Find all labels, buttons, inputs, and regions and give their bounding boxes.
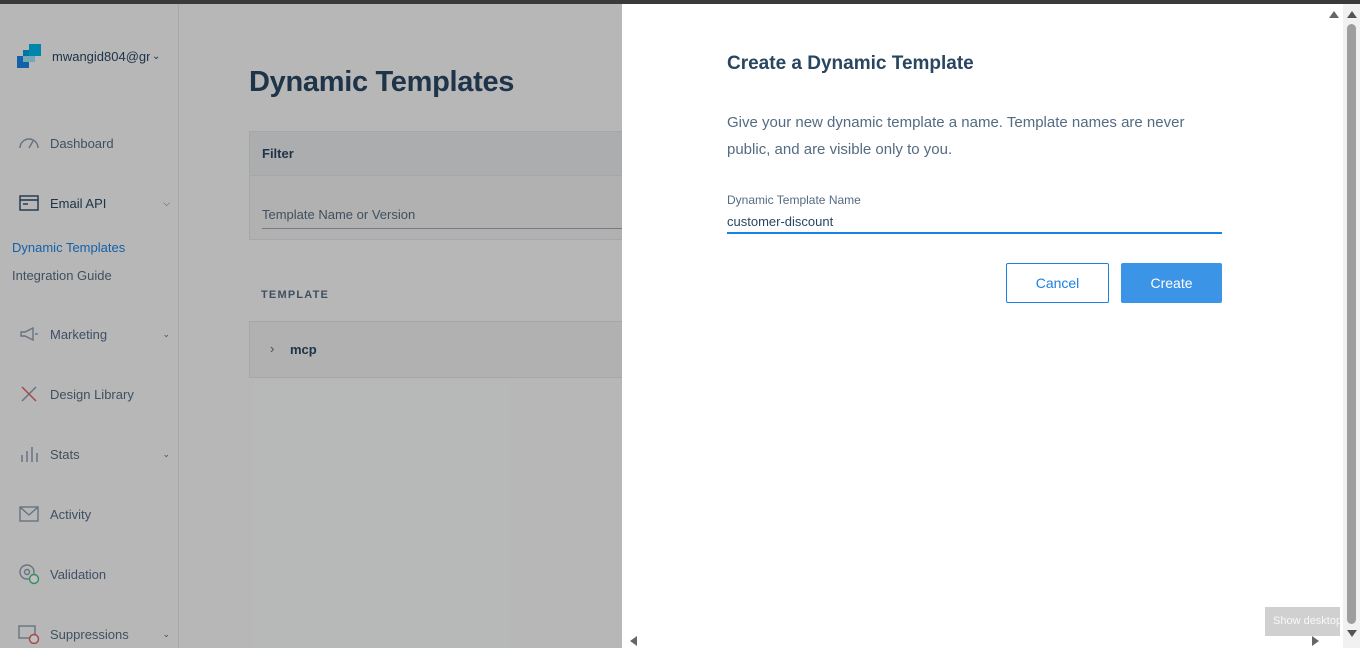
scrollbar-thumb[interactable] bbox=[1347, 24, 1356, 624]
show-desktop-button[interactable]: Show desktop bbox=[1265, 607, 1340, 636]
scroll-up-arrow-icon[interactable] bbox=[1329, 11, 1339, 18]
scroll-left-arrow-icon[interactable] bbox=[630, 636, 637, 646]
template-name-label: Dynamic Template Name bbox=[727, 193, 861, 207]
vertical-scrollbar[interactable] bbox=[1343, 4, 1360, 648]
cancel-button[interactable]: Cancel bbox=[1006, 263, 1109, 303]
template-name-input[interactable] bbox=[727, 210, 1222, 234]
scroll-down-arrow-icon[interactable] bbox=[1347, 630, 1357, 637]
scroll-right-arrow-icon[interactable] bbox=[1312, 636, 1319, 646]
modal-title: Create a Dynamic Template bbox=[727, 53, 974, 74]
modal-backdrop[interactable] bbox=[0, 4, 622, 648]
scroll-up-arrow-icon[interactable] bbox=[1347, 11, 1357, 18]
app-frame: mwangid804@gn ⌄ Dashboard Email API ⌵ Dy… bbox=[0, 4, 1343, 648]
create-template-panel: Create a Dynamic Template Give your new … bbox=[622, 4, 1343, 648]
create-button[interactable]: Create bbox=[1121, 263, 1222, 303]
modal-description: Give your new dynamic template a name. T… bbox=[727, 114, 1185, 158]
